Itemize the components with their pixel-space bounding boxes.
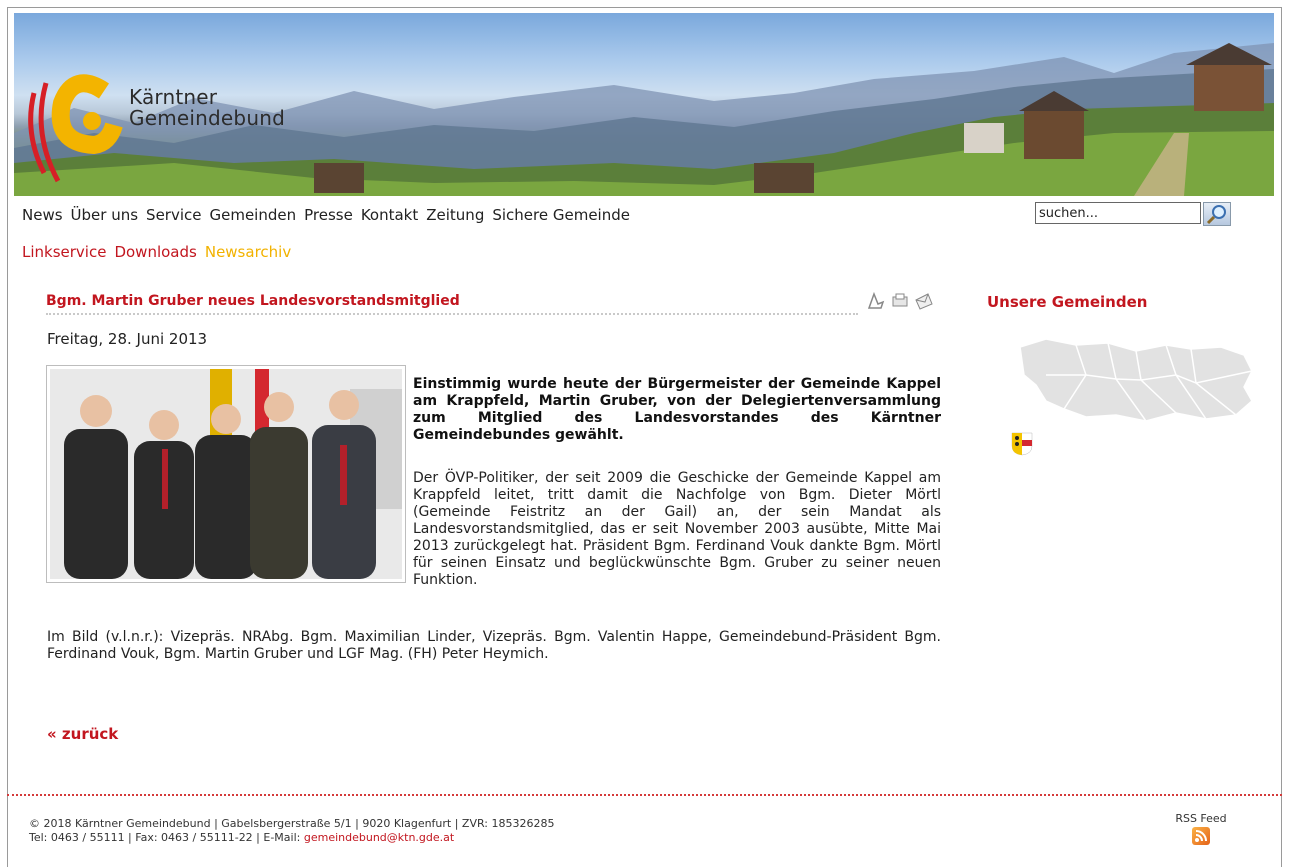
carinthia-map[interactable]	[1016, 335, 1256, 429]
article-date: Freitag, 28. Juni 2013	[47, 330, 208, 348]
nav-zeitung[interactable]: Zeitung	[426, 206, 484, 224]
search-form	[1035, 202, 1234, 226]
brand-line2: Gemeindebund	[129, 106, 285, 130]
search-button[interactable]	[1203, 202, 1231, 226]
brand-line1: Kärntner	[129, 85, 218, 109]
nav-gemeinden[interactable]: Gemeinden	[209, 206, 296, 224]
group-photo	[50, 369, 402, 579]
footer-contact: Tel: 0463 / 55111 | Fax: 0463 / 55111-22…	[29, 831, 304, 844]
footer: © 2018 Kärntner Gemeindebund | Gabelsber…	[29, 817, 555, 845]
nav-service[interactable]: Service	[146, 206, 201, 224]
footer-line1: © 2018 Kärntner Gemeindebund | Gabelsber…	[29, 817, 555, 830]
sub-nav: Linkservice Downloads Newsarchiv	[22, 243, 299, 261]
article-tools	[866, 291, 946, 312]
rss-label: RSS Feed	[1175, 812, 1227, 825]
search-icon	[1206, 205, 1226, 225]
nav-presse[interactable]: Presse	[304, 206, 353, 224]
rss-icon	[1192, 827, 1210, 845]
header-banner: Kärntner Gemeindebund	[14, 13, 1274, 196]
search-input[interactable]	[1035, 202, 1201, 224]
nav-kontakt[interactable]: Kontakt	[361, 206, 418, 224]
article-lead: Einstimmig wurde heute der Bürgermeister…	[413, 376, 941, 443]
article-body-2: Im Bild (v.l.n.r.): Vizepräs. NRAbg. Bgm…	[47, 629, 941, 662]
pdf-icon[interactable]	[866, 291, 886, 310]
article-body-1: Der ÖVP-Politiker, der seit 2009 die Ges…	[413, 470, 941, 588]
subnav-downloads[interactable]: Downloads	[114, 243, 196, 261]
print-icon[interactable]	[890, 292, 910, 310]
article-photo	[46, 365, 406, 583]
coat-of-arms-icon	[1011, 432, 1033, 460]
sidebar-title: Unsere Gemeinden	[987, 293, 1148, 311]
footer-line2: Tel: 0463 / 55111 | Fax: 0463 / 55111-22…	[29, 831, 555, 845]
main-nav: News Über uns Service Gemeinden Presse Kontak…	[22, 206, 638, 226]
back-link[interactable]: « zurück	[47, 725, 118, 743]
footer-divider	[7, 794, 1282, 796]
subnav-newsarchiv[interactable]: Newsarchiv	[205, 243, 291, 261]
subnav-linkservice[interactable]: Linkservice	[22, 243, 106, 261]
nav-news[interactable]: News	[22, 206, 63, 224]
nav-sichere-gemeinde[interactable]: Sichere Gemeinde	[492, 206, 630, 224]
footer-email-link[interactable]: gemeindebund@ktn.gde.at	[304, 831, 454, 844]
email-icon[interactable]	[914, 292, 934, 310]
brand-logo[interactable]: Kärntner Gemeindebund	[129, 87, 285, 129]
nav-ueber-uns[interactable]: Über uns	[71, 206, 139, 224]
article-title: Bgm. Martin Gruber neues Landesvorstands…	[46, 293, 858, 315]
rss-feed-link[interactable]: RSS Feed	[1170, 812, 1232, 845]
